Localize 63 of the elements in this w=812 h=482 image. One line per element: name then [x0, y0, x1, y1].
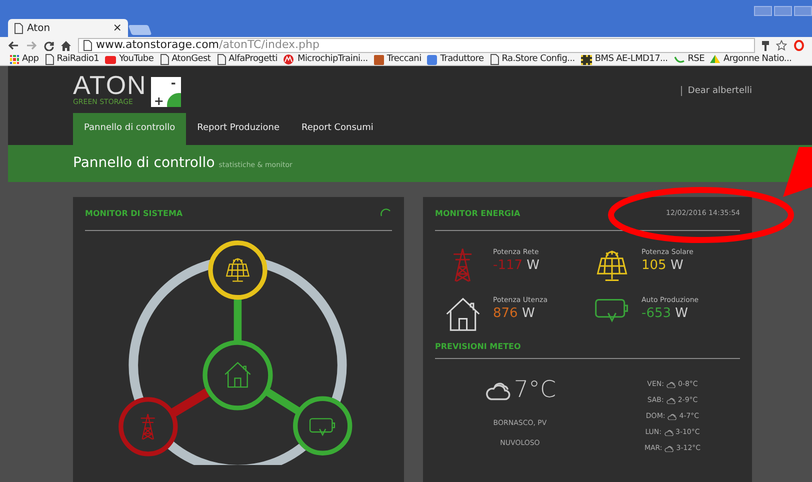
translate-icon — [427, 54, 438, 64]
browser-tab[interactable]: Aton × — [8, 19, 128, 37]
cloud-icon — [484, 380, 512, 401]
star-icon[interactable] — [776, 40, 787, 51]
pylon-icon — [140, 414, 155, 440]
home-icon[interactable] — [61, 40, 71, 50]
nav-tab[interactable]: Pannello di controllo — [73, 113, 186, 145]
bookmark[interactable]: RaiRadio1 — [44, 54, 100, 65]
panel-title: PREVISIONI METEO — [435, 340, 521, 352]
battery-icon — [310, 418, 334, 435]
user-greeting[interactable]: Dear albertelli — [680, 86, 752, 96]
opera-icon[interactable] — [794, 40, 804, 51]
metric-value: -653 W — [642, 306, 690, 322]
cloud-icon — [667, 412, 678, 420]
reload-icon[interactable] — [44, 40, 54, 50]
tab-title: Aton — [27, 22, 52, 36]
new-tab-button[interactable] — [128, 25, 152, 35]
cloud-icon — [666, 396, 676, 404]
page-icon — [83, 40, 92, 51]
bookmark[interactable]: BMS AE-LMD17... — [580, 54, 668, 64]
panel-title: MONITOR ENERGIA — [435, 208, 520, 220]
house-icon — [444, 295, 482, 333]
bookmark[interactable]: App — [10, 55, 39, 64]
page-icon — [44, 54, 54, 65]
bookmark[interactable]: RSE — [674, 55, 704, 64]
page-icon — [14, 22, 23, 34]
drive-icon — [710, 55, 720, 64]
close-tab-button[interactable]: × — [112, 20, 122, 36]
url-text: www.atonstorage.com/atonTC/index.php — [96, 37, 320, 54]
bookmark[interactable]: Argonne Natio... — [710, 55, 792, 64]
book-icon — [374, 54, 384, 64]
nav-tab[interactable]: Report Produzione — [186, 113, 291, 145]
pin-icon[interactable] — [762, 40, 769, 50]
metric-value: 876 W — [493, 306, 536, 322]
cloud-icon — [664, 428, 674, 436]
metric-value: -117 W — [493, 258, 540, 274]
bookmark[interactable]: Ra.Store Config... — [490, 54, 575, 65]
bookmark[interactable]: MicrochipTraini... — [283, 54, 368, 65]
bookmark[interactable]: AlfaProgetti — [216, 54, 278, 65]
bookmark[interactable]: Traduttore — [427, 54, 484, 64]
apps-icon — [10, 55, 19, 64]
bookmark[interactable]: Treccani — [374, 54, 422, 64]
nav-tab[interactable]: Report Consumi — [290, 113, 384, 145]
cloud-icon — [666, 380, 676, 388]
temperature: 7°C — [514, 376, 556, 405]
page-icon — [216, 54, 226, 65]
page-icon — [490, 54, 499, 65]
forward-icon[interactable] — [26, 41, 37, 50]
leaf-icon — [674, 55, 685, 64]
bookmark[interactable]: AtonGest — [160, 54, 211, 65]
address-field[interactable]: www.atonstorage.com/atonTC/index.php — [78, 38, 755, 53]
metric-value: 105 W — [642, 258, 684, 274]
back-icon[interactable] — [8, 41, 19, 50]
panel-title: MONITOR DI SISTEMA — [85, 208, 183, 220]
page-icon — [160, 54, 169, 65]
video-icon — [105, 56, 116, 64]
cloud-icon — [664, 444, 674, 452]
house-icon — [225, 362, 250, 388]
logo-mark: + - — [150, 77, 181, 107]
page-title: Pannello di controllo — [73, 154, 215, 173]
logo-text: ATON — [73, 72, 147, 98]
solar-panel-icon — [226, 258, 249, 282]
bookmark[interactable]: YouTube — [105, 55, 154, 64]
